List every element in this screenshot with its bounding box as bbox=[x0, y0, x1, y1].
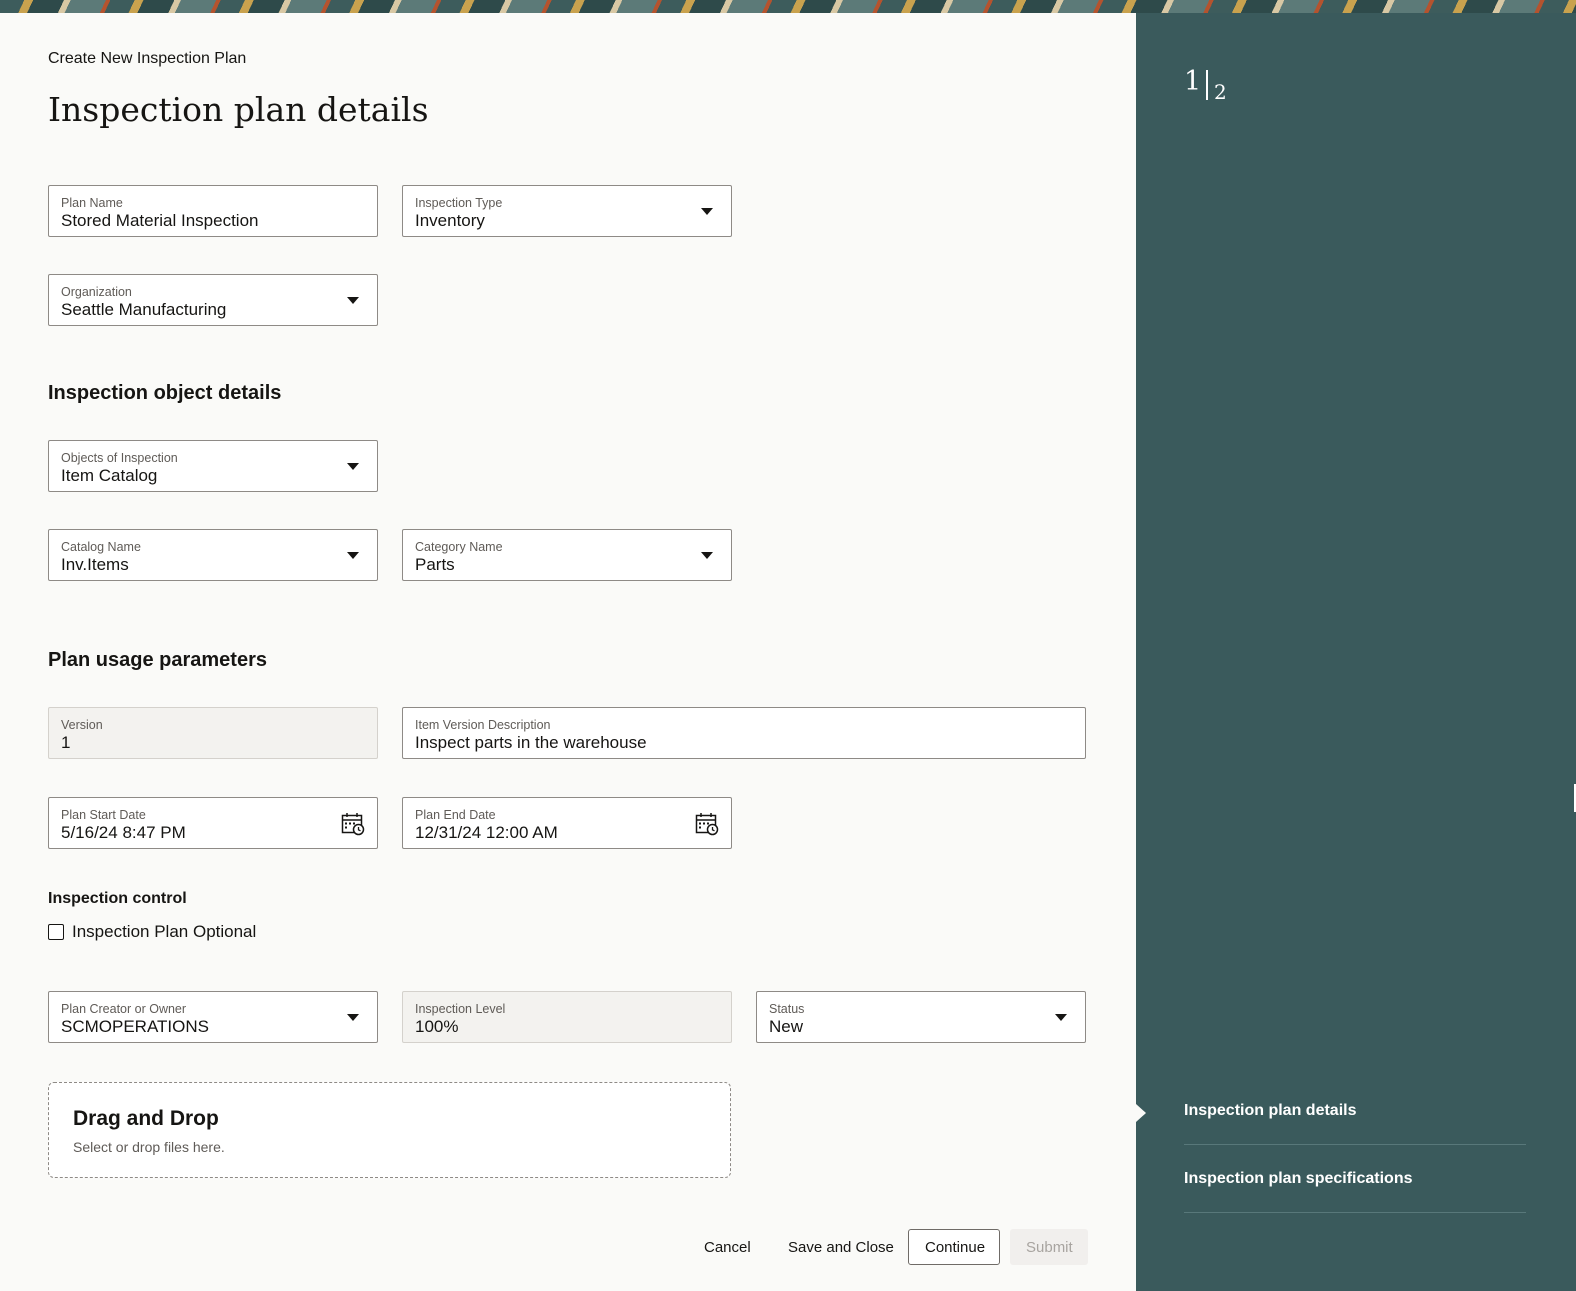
plan-name-field[interactable]: Plan Name Stored Material Inspection bbox=[48, 185, 378, 237]
field-value: SCMOPERATIONS bbox=[61, 1017, 209, 1036]
usage-parameters-heading: Plan usage parameters bbox=[48, 649, 267, 671]
field-label: Catalog Name bbox=[61, 540, 141, 554]
category-name-select[interactable]: Category Name Parts bbox=[402, 529, 732, 581]
field-value: Seattle Manufacturing bbox=[61, 300, 227, 319]
chevron-down-icon[interactable] bbox=[347, 552, 359, 559]
inspection-type-select[interactable]: Inspection Type Inventory bbox=[402, 185, 732, 237]
chevron-down-icon[interactable] bbox=[347, 1014, 359, 1021]
objects-of-inspection-select[interactable]: Objects of Inspection Item Catalog bbox=[48, 440, 378, 492]
field-value: Parts bbox=[415, 555, 455, 574]
field-value: Inv.Items bbox=[61, 555, 129, 574]
chevron-down-icon[interactable] bbox=[1055, 1014, 1067, 1021]
chevron-down-icon[interactable] bbox=[701, 208, 713, 215]
step-inspection-plan-specifications[interactable]: Inspection plan specifications bbox=[1184, 1145, 1526, 1213]
field-value: Item Catalog bbox=[61, 466, 158, 485]
field-value: Stored Material Inspection bbox=[61, 211, 259, 230]
field-label: Inspection Type bbox=[415, 196, 503, 210]
calendar-icon[interactable] bbox=[341, 812, 365, 836]
field-value: 5/16/24 8:47 PM bbox=[61, 823, 186, 842]
step-current: 1 bbox=[1184, 66, 1202, 97]
field-value: Inspect parts in the warehouse bbox=[415, 733, 647, 752]
step-label: Inspection plan specifications bbox=[1184, 1169, 1413, 1187]
field-label: Plan Creator or Owner bbox=[61, 1002, 187, 1016]
plan-end-date-field[interactable]: Plan End Date 12/31/24 12:00 AM bbox=[402, 797, 732, 849]
field-label: Version bbox=[61, 718, 103, 732]
step-inspection-plan-details[interactable]: Inspection plan details bbox=[1184, 1077, 1526, 1145]
breadcrumb: Create New Inspection Plan bbox=[48, 50, 247, 67]
cancel-button[interactable]: Cancel bbox=[688, 1229, 767, 1265]
object-details-heading: Inspection object details bbox=[48, 382, 282, 404]
plan-creator-select[interactable]: Plan Creator or Owner SCMOPERATIONS bbox=[48, 991, 378, 1043]
field-value: 100% bbox=[415, 1017, 459, 1036]
continue-button[interactable]: Continue bbox=[908, 1229, 1000, 1265]
checkbox-label: Inspection Plan Optional bbox=[72, 922, 257, 941]
page-title: Inspection plan details bbox=[48, 90, 429, 129]
submit-button: Submit bbox=[1010, 1229, 1088, 1265]
field-label: Plan End Date bbox=[415, 808, 496, 822]
inspection-plan-optional-checkbox[interactable] bbox=[48, 924, 64, 940]
chevron-down-icon[interactable] bbox=[347, 297, 359, 304]
field-label: Organization bbox=[61, 285, 132, 299]
field-value: 12/31/24 12:00 AM bbox=[415, 823, 558, 842]
step-divider bbox=[1206, 70, 1208, 100]
decorative-banner bbox=[0, 0, 1576, 13]
field-label: Item Version Description bbox=[415, 718, 551, 732]
file-dropzone[interactable]: Drag and Drop Select or drop files here. bbox=[48, 1082, 731, 1178]
chevron-down-icon[interactable] bbox=[701, 552, 713, 559]
field-label: Objects of Inspection bbox=[61, 451, 178, 465]
save-and-close-button[interactable]: Save and Close bbox=[772, 1229, 910, 1265]
plan-start-date-field[interactable]: Plan Start Date 5/16/24 8:47 PM bbox=[48, 797, 378, 849]
status-select[interactable]: Status New bbox=[756, 991, 1086, 1043]
chevron-down-icon[interactable] bbox=[347, 463, 359, 470]
inspection-plan-optional-row[interactable]: Inspection Plan Optional bbox=[48, 922, 256, 942]
field-label: Category Name bbox=[415, 540, 503, 554]
dropzone-subtitle: Select or drop files here. bbox=[73, 1139, 225, 1155]
inspection-level-field: Inspection Level 100% bbox=[402, 991, 732, 1043]
step-label: Inspection plan details bbox=[1184, 1101, 1357, 1119]
field-label: Plan Start Date bbox=[61, 808, 146, 822]
inspection-control-heading: Inspection control bbox=[48, 890, 187, 907]
item-version-description-field[interactable]: Item Version Description Inspect parts i… bbox=[402, 707, 1086, 759]
field-value: Inventory bbox=[415, 211, 485, 230]
field-label: Status bbox=[769, 1002, 805, 1016]
active-step-pointer-icon bbox=[1136, 1104, 1146, 1122]
catalog-name-select[interactable]: Catalog Name Inv.Items bbox=[48, 529, 378, 581]
field-value: New bbox=[769, 1017, 804, 1036]
dropzone-title: Drag and Drop bbox=[73, 1107, 219, 1130]
version-field: Version 1 bbox=[48, 707, 378, 759]
field-label: Inspection Level bbox=[415, 1002, 506, 1016]
field-value: 1 bbox=[61, 733, 71, 752]
organization-select[interactable]: Organization Seattle Manufacturing bbox=[48, 274, 378, 326]
step-total: 2 bbox=[1214, 80, 1227, 104]
field-label: Plan Name bbox=[61, 196, 123, 210]
calendar-icon[interactable] bbox=[695, 812, 719, 836]
